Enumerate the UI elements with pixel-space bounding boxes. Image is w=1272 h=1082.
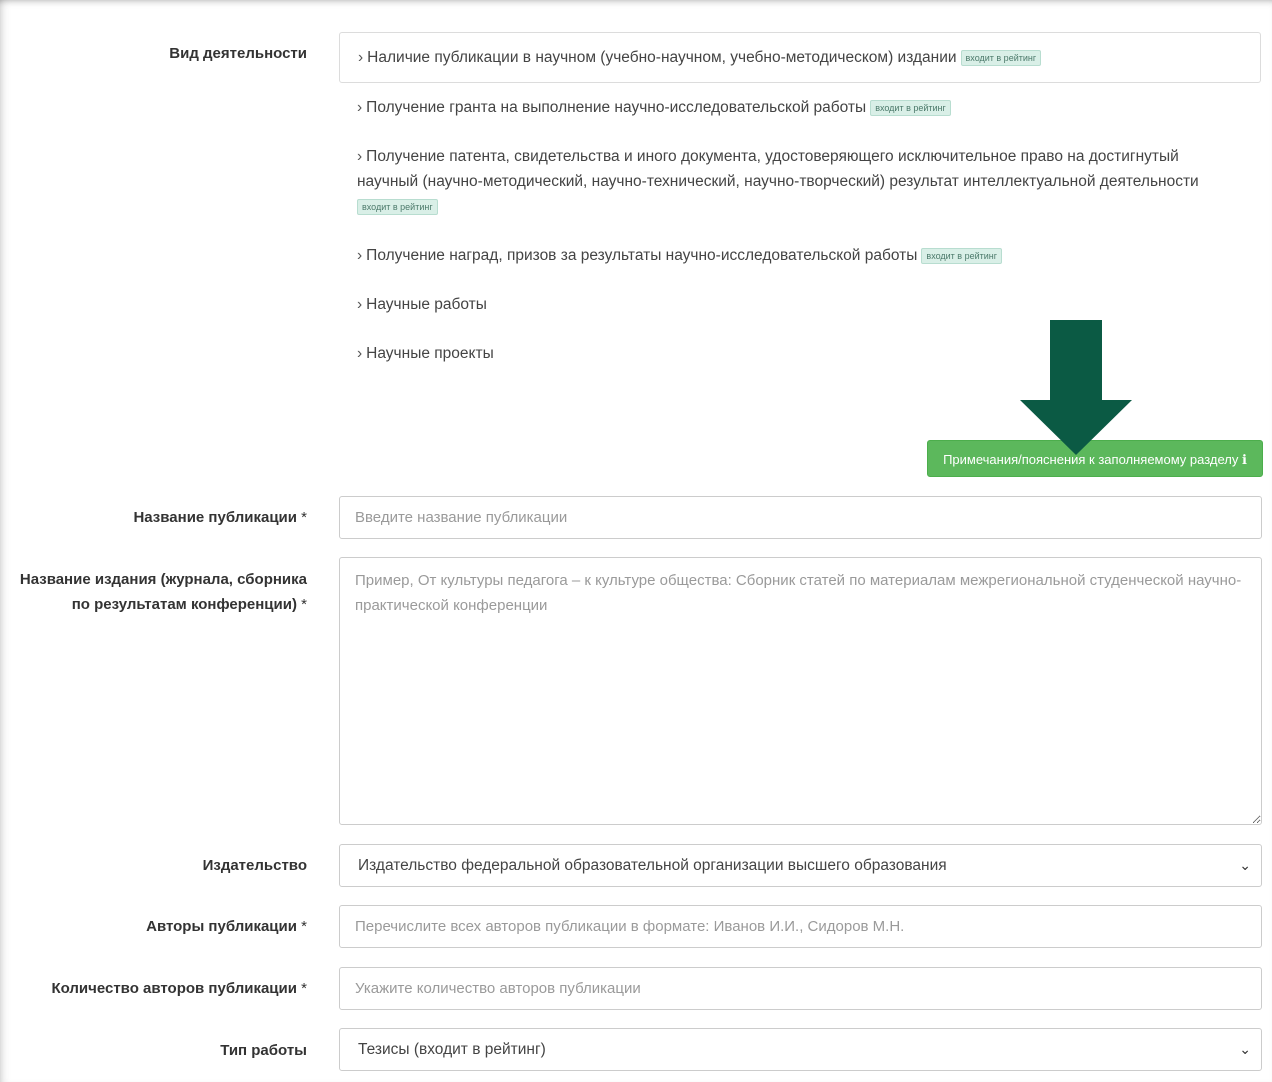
authors-input[interactable] (339, 905, 1262, 948)
rating-badge: входит в рейтинг (960, 49, 1042, 66)
authors-label: Авторы публикации * (146, 918, 307, 935)
publication-title-input[interactable] (339, 496, 1262, 539)
rating-badge: входит в рейтинг (870, 99, 951, 116)
rating-badge: входит в рейтинг (357, 198, 438, 215)
publisher-select[interactable]: Издательство федеральной образовательной… (339, 844, 1262, 887)
edition-title-textarea[interactable] (339, 557, 1262, 825)
work-type-select[interactable]: Тезисы (входит в рейтинг) ⌄ (339, 1028, 1262, 1071)
rating-badge: входит в рейтинг (921, 247, 1003, 264)
chevron-right-icon: › (358, 49, 364, 66)
activity-item-awards[interactable]: › Получение наград, призов за результаты … (339, 231, 1261, 280)
activity-item-grant[interactable]: › Получение гранта на выполнение научно-и… (339, 83, 1261, 132)
chevron-down-icon: ⌄ (1239, 1041, 1251, 1057)
activity-item-patent[interactable]: › Получение патента, свидетельства и иног… (339, 132, 1261, 231)
arrow-down-icon (1020, 320, 1132, 455)
chevron-down-icon: ⌄ (1239, 857, 1251, 873)
activity-item-publication[interactable]: › Наличие публикации в научном (учебно-на… (339, 32, 1261, 83)
work-type-label: Тип работы (220, 1042, 307, 1059)
chevron-right-icon: › (357, 345, 363, 362)
publisher-label: Издательство (202, 857, 307, 874)
chevron-right-icon: › (357, 99, 363, 116)
chevron-right-icon: › (357, 296, 363, 313)
chevron-right-icon: › (357, 247, 363, 264)
authors-count-label: Количество авторов публикации * (51, 980, 307, 997)
edition-title-label: Название издания (журнала, сборника по р… (19, 571, 307, 613)
authors-count-input[interactable] (339, 967, 1262, 1010)
publication-title-label: Название публикации * (133, 509, 307, 526)
chevron-right-icon: › (357, 148, 363, 165)
activity-type-label: Вид деятельности (169, 45, 307, 62)
